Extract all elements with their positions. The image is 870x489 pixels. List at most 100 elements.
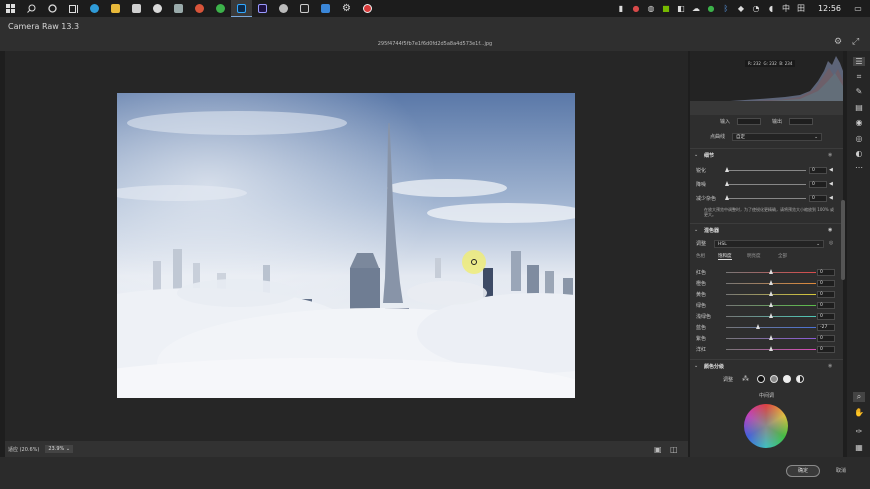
global-wheel-icon[interactable] bbox=[796, 375, 804, 383]
detail-slider-track[interactable] bbox=[726, 170, 806, 171]
taskbar-clock[interactable]: 12:56 bbox=[818, 4, 841, 13]
tray-cloud-icon[interactable]: ☁ bbox=[690, 4, 702, 13]
midtones-wheel-icon[interactable] bbox=[770, 375, 778, 383]
radial-filter-icon[interactable]: ◉ bbox=[853, 118, 865, 127]
zoom-select[interactable]: 23.9% ⌄ bbox=[45, 445, 74, 453]
tray-grid-icon[interactable]: 田 bbox=[795, 3, 807, 14]
midtones-color-wheel[interactable] bbox=[744, 404, 788, 448]
mixer-slider-value[interactable]: -27 bbox=[817, 324, 835, 331]
output-field[interactable] bbox=[789, 118, 813, 125]
presets-icon[interactable]: ◐ bbox=[853, 149, 865, 158]
edit-sliders-icon[interactable]: ☰ bbox=[853, 57, 865, 66]
three-way-icon[interactable]: ⁂ bbox=[742, 375, 749, 383]
app-icon-1[interactable] bbox=[147, 0, 168, 17]
crop-icon[interactable]: ⌗ bbox=[853, 72, 865, 82]
mixer-slider-value[interactable]: 0 bbox=[817, 302, 835, 309]
highlights-wheel-icon[interactable] bbox=[783, 375, 791, 383]
cancel-button[interactable]: 取消 bbox=[826, 465, 856, 477]
mask-icon[interactable]: ▤ bbox=[853, 103, 865, 112]
more-options-icon[interactable]: ⋯ bbox=[853, 163, 865, 172]
mixer-adjust-select[interactable]: HSL ⌄ bbox=[714, 240, 824, 248]
detail-slider-track[interactable] bbox=[726, 184, 806, 185]
task-view-icon[interactable] bbox=[63, 0, 84, 17]
reset-arrow-icon[interactable]: ◀ bbox=[829, 195, 833, 201]
store-icon[interactable] bbox=[126, 0, 147, 17]
mixer-slider-value[interactable]: 0 bbox=[817, 346, 835, 353]
recorder-icon[interactable] bbox=[357, 0, 378, 17]
premiere-icon[interactable] bbox=[252, 0, 273, 17]
mixer-slider-thumb[interactable] bbox=[768, 302, 773, 307]
cortana-icon[interactable] bbox=[42, 0, 63, 17]
mixer-slider-thumb[interactable] bbox=[768, 269, 773, 274]
ok-button[interactable]: 确定 bbox=[786, 465, 820, 477]
grid-overlay-icon[interactable]: ▦ bbox=[853, 443, 865, 452]
mixer-slider-value[interactable]: 0 bbox=[817, 291, 835, 298]
detail-slider-value[interactable]: 0 bbox=[809, 181, 827, 188]
tray-shield-icon[interactable]: ◆ bbox=[735, 4, 747, 13]
fullscreen-icon[interactable]: ⤢ bbox=[852, 37, 859, 47]
shadows-wheel-icon[interactable] bbox=[757, 375, 765, 383]
mixer-slider-track[interactable] bbox=[726, 327, 816, 328]
hand-tool-icon[interactable]: ✋ bbox=[853, 408, 865, 417]
detail-slider-thumb[interactable] bbox=[725, 167, 730, 172]
visibility-eye-icon[interactable]: ◉ bbox=[828, 152, 832, 158]
detail-slider-value[interactable]: 0 bbox=[809, 195, 827, 202]
point-curve-select[interactable]: 自定 ⌄ bbox=[732, 133, 822, 141]
heal-brush-icon[interactable]: ✎ bbox=[853, 87, 865, 96]
mixer-tab[interactable]: 明亮度 bbox=[747, 253, 761, 259]
mixer-slider-value[interactable]: 0 bbox=[817, 269, 835, 276]
photos-icon[interactable] bbox=[315, 0, 336, 17]
view-mode-icon[interactable]: ▣ bbox=[654, 445, 662, 454]
mixer-tab[interactable]: 全部 bbox=[778, 253, 787, 259]
app-icon-3[interactable] bbox=[189, 0, 210, 17]
edge-browser-icon[interactable] bbox=[84, 0, 105, 17]
tray-app-icon-2[interactable]: ◍ bbox=[645, 4, 657, 13]
photoshop-icon[interactable] bbox=[231, 0, 252, 17]
red-eye-icon[interactable]: ◎ bbox=[853, 134, 865, 143]
file-explorer-icon[interactable] bbox=[105, 0, 126, 17]
settings-gear-icon[interactable]: ⚙ bbox=[336, 0, 357, 17]
tray-volume-icon[interactable]: ◖ bbox=[765, 4, 777, 13]
tray-nvidia-icon[interactable]: ■ bbox=[660, 4, 672, 13]
preview-image[interactable] bbox=[117, 93, 575, 398]
visibility-eye-icon[interactable]: ◉ bbox=[828, 227, 832, 233]
reset-arrow-icon[interactable]: ◀ bbox=[829, 181, 833, 187]
reset-arrow-icon[interactable]: ◀ bbox=[829, 167, 833, 173]
detail-slider-track[interactable] bbox=[726, 198, 806, 199]
app-icon-2[interactable] bbox=[168, 0, 189, 17]
mixer-slider-value[interactable]: 0 bbox=[817, 335, 835, 342]
mixer-slider-thumb[interactable] bbox=[768, 313, 773, 318]
windows-start-icon[interactable] bbox=[0, 0, 21, 17]
zoom-tool-icon[interactable]: ⌕ bbox=[853, 392, 865, 402]
tray-ime-label[interactable]: 中 bbox=[780, 3, 792, 14]
before-after-icon[interactable]: ◫ bbox=[670, 445, 678, 454]
visibility-eye-icon[interactable]: ◉ bbox=[828, 363, 832, 369]
mixer-slider-thumb[interactable] bbox=[768, 291, 773, 296]
target-adjust-icon[interactable]: ◎ bbox=[829, 240, 833, 246]
tray-app-icon-3[interactable]: ◧ bbox=[675, 4, 687, 13]
app-icon-4[interactable] bbox=[273, 0, 294, 17]
input-field[interactable] bbox=[737, 118, 761, 125]
mixer-tab[interactable]: 饱和度 bbox=[718, 253, 732, 260]
sampler-tool-icon[interactable]: ✑ bbox=[853, 427, 865, 436]
mixer-slider-thumb[interactable] bbox=[768, 335, 773, 340]
detail-slider-value[interactable]: 0 bbox=[809, 167, 827, 174]
search-icon[interactable] bbox=[21, 0, 42, 17]
mixer-slider-value[interactable]: 0 bbox=[817, 313, 835, 320]
detail-slider-thumb[interactable] bbox=[725, 195, 730, 200]
mixer-slider-thumb[interactable] bbox=[756, 324, 761, 329]
app-icon-5[interactable] bbox=[294, 0, 315, 17]
mixer-slider-thumb[interactable] bbox=[768, 346, 773, 351]
wechat-icon[interactable] bbox=[210, 0, 231, 17]
tray-app-icon-1[interactable]: ▮ bbox=[615, 4, 627, 13]
notification-center-icon[interactable]: ▭ bbox=[852, 4, 864, 13]
tray-wechat-icon[interactable]: ● bbox=[705, 4, 717, 13]
settings-gear-icon[interactable]: ⚙ bbox=[834, 37, 842, 47]
tray-record-icon[interactable]: ● bbox=[630, 4, 642, 13]
tray-wifi-icon[interactable]: ◔ bbox=[750, 4, 762, 13]
detail-slider-thumb[interactable] bbox=[725, 181, 730, 186]
mixer-slider-thumb[interactable] bbox=[768, 280, 773, 285]
fit-zoom-label[interactable]: 适应 (20.6%) bbox=[8, 446, 39, 453]
mixer-slider-value[interactable]: 0 bbox=[817, 280, 835, 287]
panel-scrollbar[interactable] bbox=[841, 200, 845, 280]
